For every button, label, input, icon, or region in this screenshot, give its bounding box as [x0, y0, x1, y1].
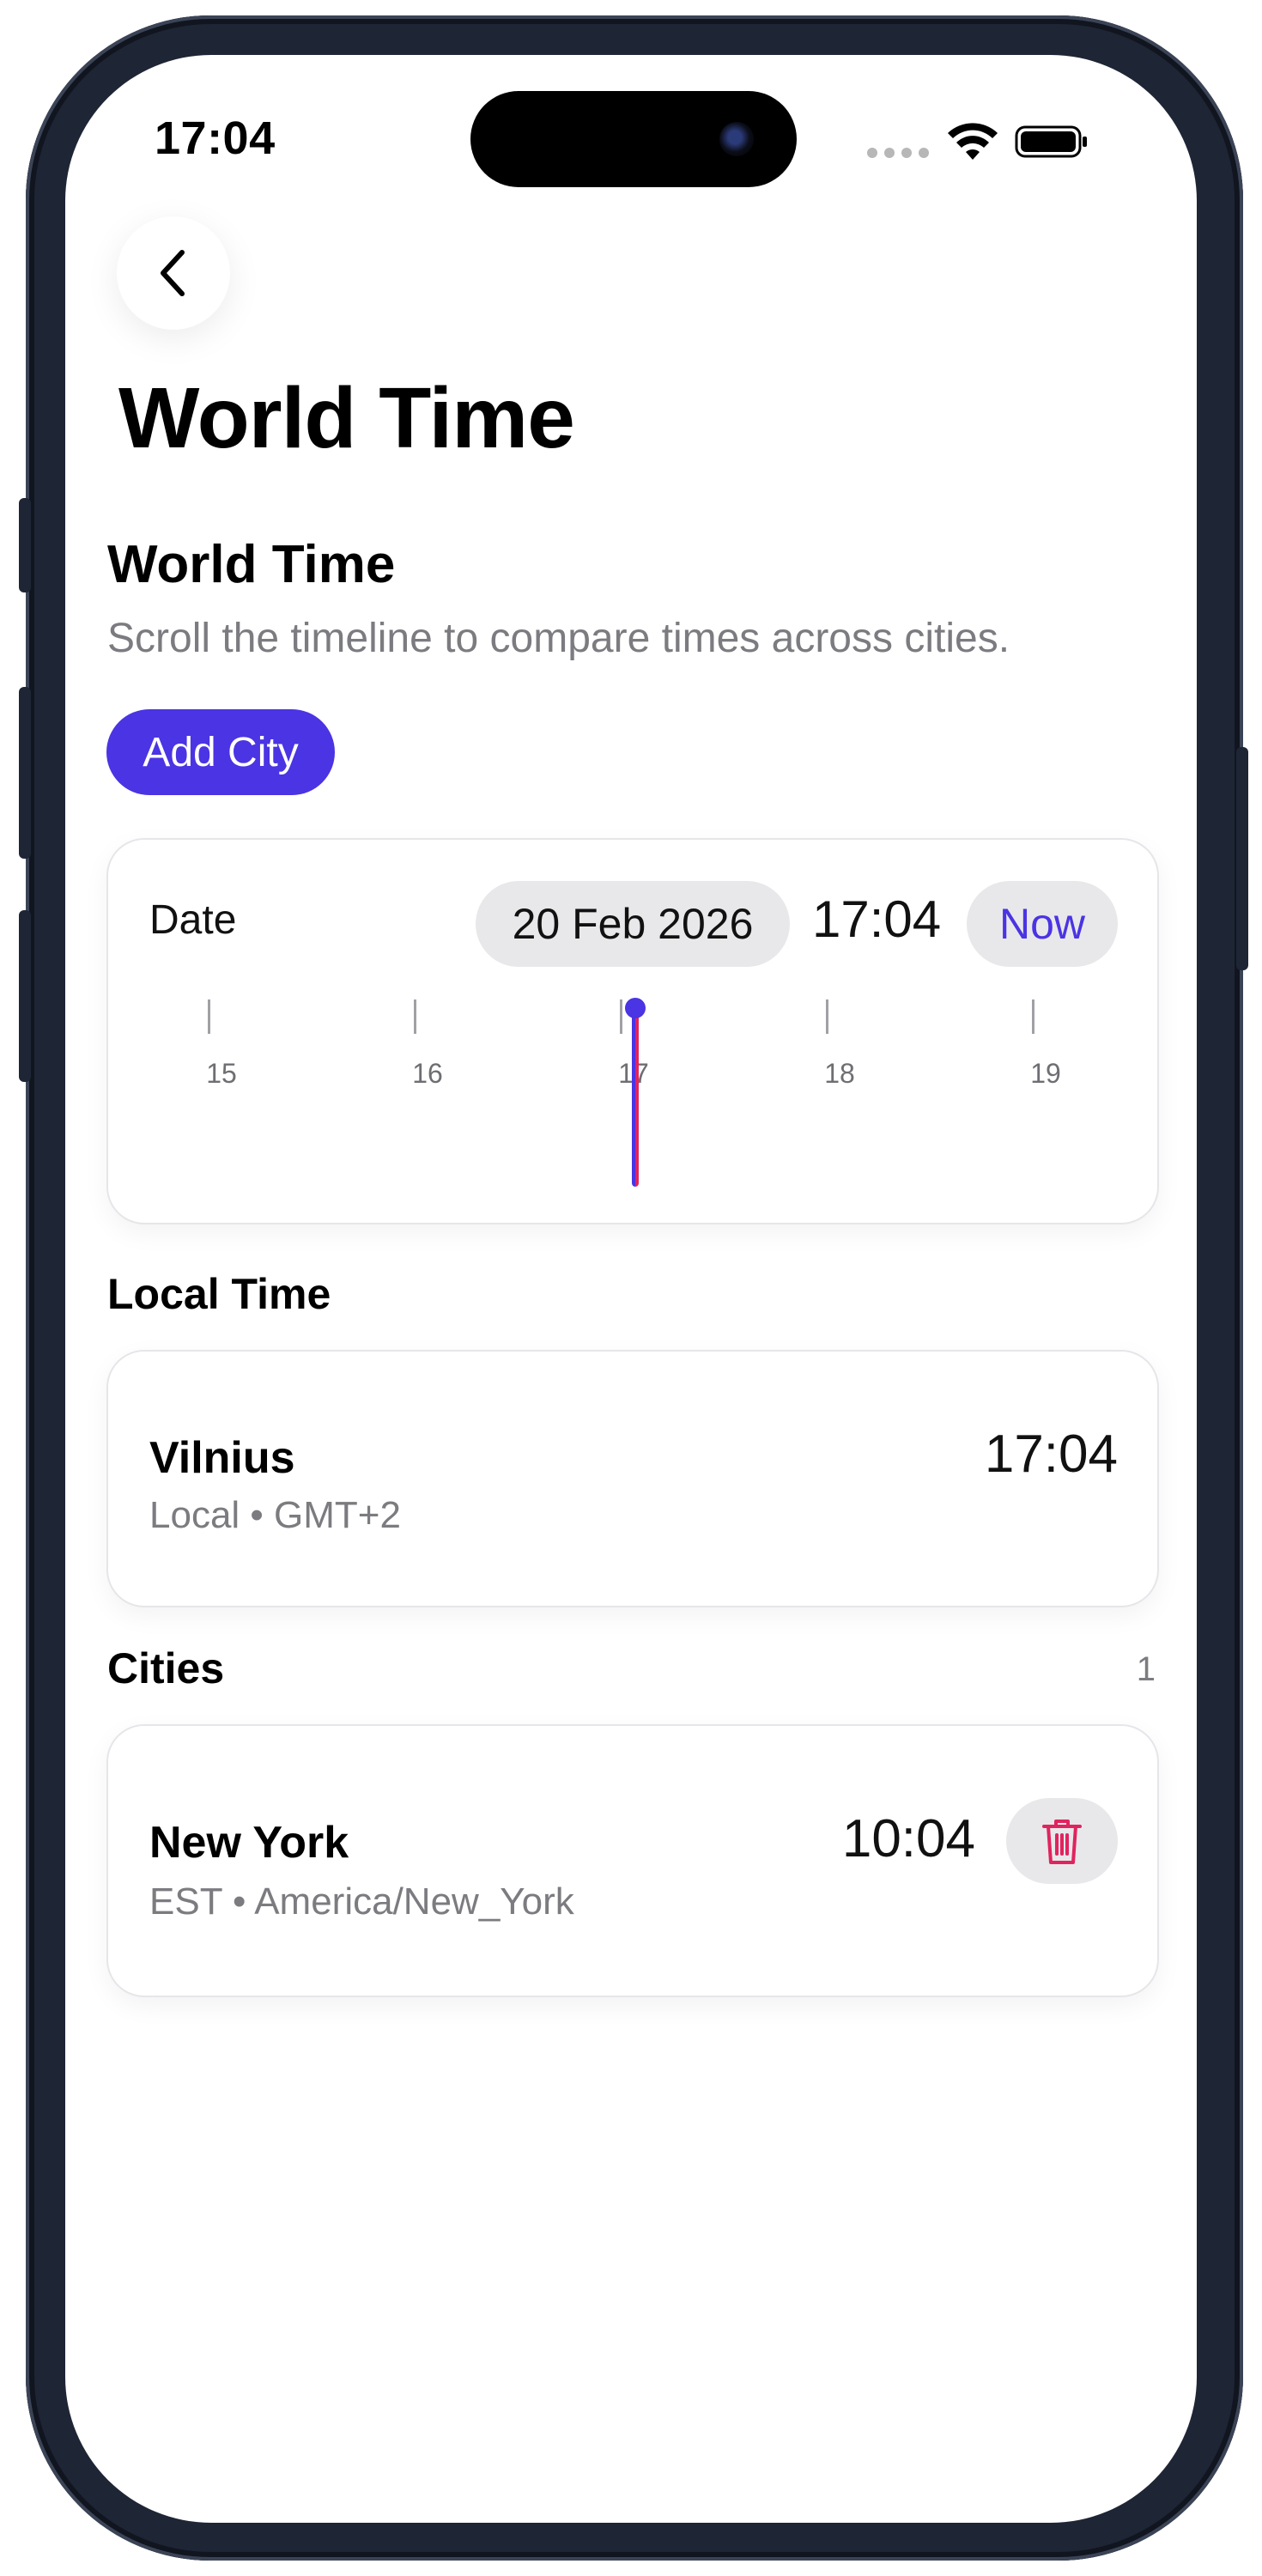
cities-count: 1	[1136, 1650, 1156, 1688]
section-subtitle: Scroll the timeline to compare times acr…	[107, 616, 1010, 661]
timeline-tick-label: 19	[1030, 1058, 1061, 1089]
timeline-tick	[414, 999, 416, 1034]
timeline-cursor-handle[interactable]	[625, 998, 646, 1018]
date-picker-button[interactable]: 20 Feb 2026	[476, 881, 790, 967]
timeline-tick	[208, 999, 210, 1034]
front-camera-icon	[719, 122, 754, 156]
city-time: 10:04	[841, 1809, 975, 1868]
timeline-tick-label: 18	[824, 1058, 855, 1089]
delete-city-button[interactable]	[1006, 1798, 1118, 1884]
city-meta: EST • America/New_York	[149, 1880, 574, 1923]
local-city-card: Vilnius Local • GMT+2 17:04	[106, 1350, 1159, 1607]
volume-up-button	[19, 687, 31, 859]
wifi-icon	[948, 123, 998, 160]
page-title: World Time	[118, 370, 575, 466]
timeline-card: Date 20 Feb 2026 17:04 Now 15 16 17 18 1…	[106, 838, 1159, 1224]
timeline-tick	[620, 999, 622, 1034]
signal-dots-icon	[867, 148, 929, 158]
timeline-tick-label: 16	[412, 1058, 443, 1089]
timeline-cursor[interactable]	[632, 1008, 639, 1187]
timeline-tick	[1032, 999, 1034, 1034]
time-picker-button[interactable]: 17:04	[812, 890, 941, 949]
add-city-button[interactable]: Add City	[106, 709, 335, 795]
city-name: Vilnius	[149, 1433, 295, 1483]
local-time-label: Local Time	[107, 1270, 331, 1318]
list-item[interactable]: New York EST • America/New_York 10:04	[106, 1724, 1159, 1997]
action-button	[19, 498, 31, 592]
city-time: 17:04	[984, 1425, 1118, 1484]
trash-icon	[1042, 1820, 1082, 1864]
timeline-tick-label: 15	[206, 1058, 237, 1089]
battery-icon	[1015, 125, 1087, 158]
status-time: 17:04	[155, 112, 276, 164]
now-button[interactable]: Now	[967, 881, 1118, 967]
city-meta: Local • GMT+2	[149, 1494, 401, 1536]
city-name: New York	[149, 1818, 349, 1868]
chevron-left-icon	[161, 250, 185, 296]
volume-down-button	[19, 910, 31, 1082]
back-button[interactable]	[117, 216, 230, 330]
timeline-tick	[826, 999, 828, 1034]
cities-label: Cities	[107, 1644, 225, 1692]
dynamic-island	[470, 91, 797, 187]
section-title: World Time	[107, 535, 396, 594]
date-label: Date	[149, 897, 237, 943]
power-button	[1236, 747, 1248, 970]
